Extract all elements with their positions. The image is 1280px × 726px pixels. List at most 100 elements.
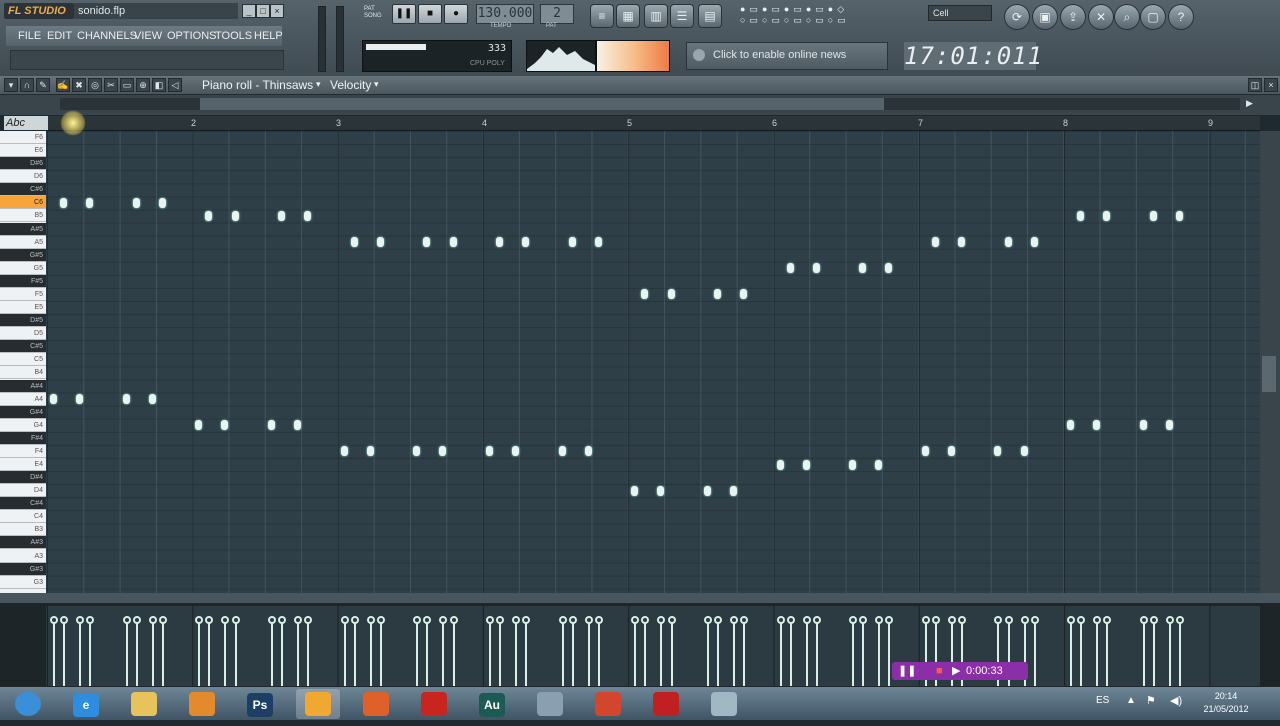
note[interactable]: [1139, 420, 1147, 431]
note[interactable]: [60, 197, 68, 208]
note[interactable]: [231, 210, 239, 221]
photoshop-icon[interactable]: Ps: [238, 689, 282, 719]
velocity-handle[interactable]: [1176, 616, 1185, 624]
velocity-handle[interactable]: [122, 616, 131, 624]
note[interactable]: [86, 197, 94, 208]
note[interactable]: [522, 237, 530, 248]
note[interactable]: [1103, 210, 1111, 221]
velocity-handle[interactable]: [776, 616, 785, 624]
velocity-handle[interactable]: [413, 616, 422, 624]
internet-explorer-icon[interactable]: e: [64, 689, 108, 719]
note[interactable]: [132, 197, 140, 208]
velocity-bar[interactable]: [805, 622, 808, 686]
media-player-icon[interactable]: [180, 689, 224, 719]
velocity-bar[interactable]: [815, 622, 818, 686]
note[interactable]: [195, 420, 203, 431]
velocity-bar[interactable]: [1152, 622, 1155, 686]
velocity-handle[interactable]: [875, 616, 884, 624]
note[interactable]: [449, 237, 457, 248]
velocity-handle[interactable]: [231, 616, 240, 624]
velocity-bar[interactable]: [353, 622, 356, 686]
folder-icon[interactable]: [122, 689, 166, 719]
velocity-handle[interactable]: [885, 616, 894, 624]
velocity-bar[interactable]: [634, 622, 637, 686]
velocity-lane[interactable]: [46, 606, 1260, 686]
flag-icon[interactable]: ⚑: [1146, 694, 1156, 707]
tools-icon[interactable]: ✕: [1088, 4, 1114, 30]
piano-key[interactable]: G#4: [0, 405, 46, 419]
velocity-bar[interactable]: [733, 622, 735, 686]
play-button[interactable]: ❚❚: [392, 4, 416, 24]
velocity-handle[interactable]: [1093, 616, 1102, 624]
play-icon[interactable]: [528, 689, 572, 719]
piano-key[interactable]: E4: [0, 458, 46, 471]
note[interactable]: [294, 420, 302, 431]
tray-arrow-icon[interactable]: ▲: [1126, 695, 1136, 706]
velocity-handle[interactable]: [1067, 616, 1076, 624]
zoom-tool-icon[interactable]: ⊕: [136, 78, 150, 92]
menu-options[interactable]: OPTIONS: [167, 26, 217, 46]
velocity-handle[interactable]: [1030, 616, 1039, 624]
velocity-bar[interactable]: [561, 622, 564, 686]
piano-keyboard[interactable]: F6 E6 D#6 D6 C#6 C6 B5 A#5 A5 G#5 G5 F#5 F5 E5 D#5 D5 C#…: [0, 131, 46, 593]
velocity-handle[interactable]: [278, 616, 287, 624]
velocity-handle[interactable]: [449, 616, 458, 624]
piano-key[interactable]: F#5: [0, 274, 46, 288]
snap-selector[interactable]: Cell: [928, 5, 992, 21]
note[interactable]: [802, 459, 810, 470]
velocity-handle[interactable]: [439, 616, 448, 624]
velocity-handle[interactable]: [667, 616, 676, 624]
velocity-bar[interactable]: [442, 622, 445, 686]
language-indicator[interactable]: ES: [1096, 695, 1109, 706]
velocity-handle[interactable]: [931, 616, 940, 624]
piano-key[interactable]: E6: [0, 144, 46, 158]
system-clock[interactable]: 20:14 21/05/2012: [1196, 690, 1256, 716]
event-target-selector[interactable]: Velocity: [330, 76, 371, 94]
piano-key[interactable]: A4: [0, 393, 46, 406]
velocity-handle[interactable]: [1020, 616, 1029, 624]
velocity-handle[interactable]: [859, 616, 868, 624]
master-volume-slider[interactable]: [318, 6, 326, 72]
menu-edit[interactable]: EDIT: [47, 26, 72, 46]
piano-key[interactable]: G3: [0, 576, 46, 589]
velocity-handle[interactable]: [60, 616, 69, 624]
velocity-handle[interactable]: [849, 616, 858, 624]
export-icon[interactable]: ⇪: [1060, 4, 1086, 30]
piano-key[interactable]: D#4: [0, 471, 46, 485]
window-close-icon[interactable]: ×: [1264, 78, 1278, 92]
velocity-handle[interactable]: [714, 616, 723, 624]
piano-key[interactable]: G4: [0, 419, 46, 432]
note[interactable]: [730, 485, 737, 496]
velocity-bar[interactable]: [426, 622, 429, 686]
velocity-bar[interactable]: [63, 622, 66, 686]
note[interactable]: [50, 394, 57, 405]
draw-pencil-icon[interactable]: ✎: [36, 78, 50, 92]
piano-key[interactable]: D5: [0, 327, 46, 341]
note[interactable]: [786, 263, 794, 274]
velocity-handle[interactable]: [786, 616, 795, 624]
note[interactable]: [947, 446, 955, 457]
note[interactable]: [1093, 420, 1101, 431]
song-position-display[interactable]: 17:01:011: [904, 42, 1042, 70]
piano-key[interactable]: A#5: [0, 222, 46, 236]
piano-key[interactable]: D#5: [0, 314, 46, 328]
velocity-handle[interactable]: [304, 616, 313, 624]
audition-icon[interactable]: Au: [470, 689, 514, 719]
note[interactable]: [667, 289, 675, 300]
note[interactable]: [958, 237, 966, 248]
piano-roll-icon[interactable]: ▥: [644, 4, 668, 28]
horizontal-scroll-thumb[interactable]: [200, 98, 884, 110]
piano-key[interactable]: G#3: [0, 562, 46, 576]
velocity-handle[interactable]: [512, 616, 521, 624]
note[interactable]: [714, 289, 722, 300]
velocity-handle[interactable]: [947, 616, 956, 624]
velocity-handle[interactable]: [1004, 616, 1013, 624]
pause-icon[interactable]: ❚❚: [898, 662, 916, 680]
red-app-icon[interactable]: [412, 689, 456, 719]
magnet-icon[interactable]: ∩: [20, 78, 34, 92]
velocity-handle[interactable]: [148, 616, 157, 624]
note[interactable]: [496, 237, 504, 248]
note[interactable]: [350, 237, 358, 248]
velocity-bar[interactable]: [224, 622, 227, 686]
velocity-bar[interactable]: [89, 622, 92, 686]
